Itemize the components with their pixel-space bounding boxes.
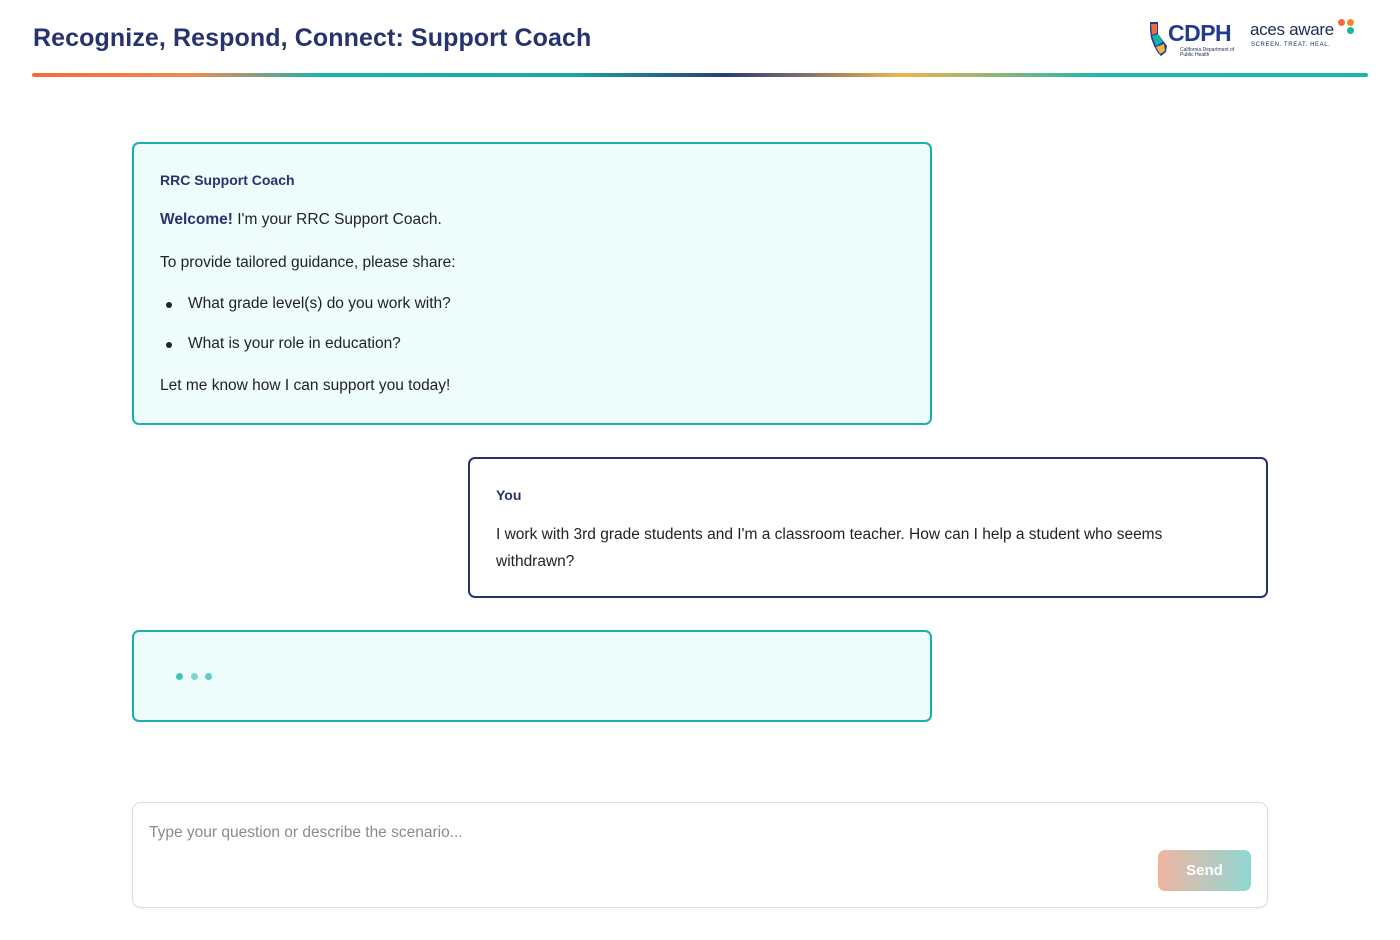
prompt-line: To provide tailored guidance, please sha… — [160, 254, 456, 271]
message-sender: RRC Support Coach — [160, 172, 295, 188]
partner-logos: CDPH California Department of Public Hea… — [1148, 14, 1368, 62]
message-sender: You — [496, 487, 522, 503]
typing-dot — [191, 673, 198, 680]
user-message-text: I work with 3rd grade students and I'm a… — [496, 526, 1163, 570]
closing-line: Let me know how I can support you today! — [160, 377, 451, 394]
list-item: What grade level(s) do you work with? — [160, 292, 904, 316]
header: Recognize, Respond, Connect: Support Coa… — [32, 0, 1368, 78]
aces-wordmark: aces aware — [1250, 20, 1334, 39]
coach-message: RRC Support Coach Welcome! I'm your RRC … — [132, 142, 932, 425]
welcome-text: I'm your RRC Support Coach. — [232, 211, 442, 228]
aces-dot-icon — [1338, 19, 1345, 26]
typing-dot — [205, 673, 212, 680]
typing-indicator — [132, 630, 932, 722]
aces-dot-icon — [1347, 19, 1354, 26]
list-item: What is your role in education? — [160, 332, 904, 356]
page-title: Recognize, Respond, Connect: Support Coa… — [33, 24, 592, 52]
typing-dot — [176, 673, 183, 680]
send-button[interactable]: Send — [1158, 850, 1251, 891]
cdph-subtitle: California Department of Public Health — [1180, 47, 1235, 58]
welcome-line: Welcome! I'm your RRC Support Coach. — [160, 206, 904, 233]
user-message: You I work with 3rd grade students and I… — [468, 457, 1268, 598]
message-input[interactable] — [149, 821, 1149, 845]
aces-dot-icon — [1347, 27, 1354, 34]
cdph-logo: CDPH California Department of Public Hea… — [1148, 20, 1238, 62]
message-composer: Send — [132, 802, 1268, 908]
header-gradient-bar — [32, 73, 1368, 77]
question-list: What grade level(s) do you work with? Wh… — [160, 292, 904, 356]
aces-aware-logo: aces aware SCREEN. TREAT. HEAL. — [1250, 19, 1368, 60]
california-map-icon — [1150, 22, 1167, 56]
welcome-emphasis: Welcome! — [160, 211, 233, 228]
cdph-wordmark: CDPH — [1168, 20, 1232, 46]
aces-tagline: SCREEN. TREAT. HEAL. — [1251, 42, 1331, 48]
